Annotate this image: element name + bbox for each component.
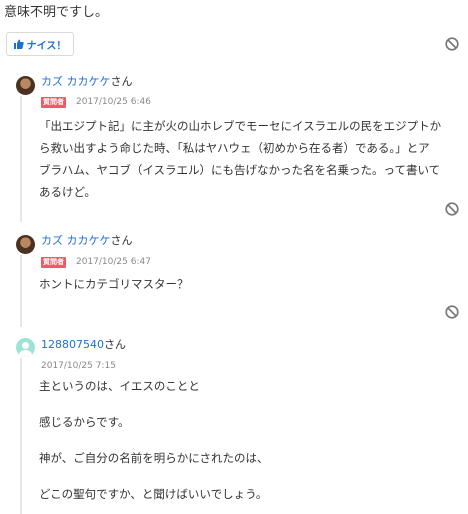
nice-button-label: ナイス！ [26,40,67,52]
answer-text-tail: 意味不明ですし。 [4,5,109,20]
comment-line: 主というのは、イエスのことと [39,379,200,393]
report-icon[interactable] [445,202,459,216]
author-name[interactable]: 128807540 [41,338,104,351]
comment-timestamp: 2017/10/25 6:47 [76,257,151,267]
comment-author[interactable]: 128807540さん [41,338,126,352]
questioner-badge: 質問者 [41,97,66,108]
comment-timestamp: 2017/10/25 7:15 [41,361,116,371]
reply-thread-line [20,255,22,327]
reply-thread-line [20,358,22,514]
comment-line: どこの聖句ですか、と聞けばいいでしょう。 [39,487,268,501]
report-icon[interactable] [445,37,459,51]
nice-button[interactable]: ナイス！ [6,32,74,56]
author-suffix: さん [110,75,133,88]
comment-body: ホントにカテゴリマスター？ [39,273,464,295]
reply-thread-line [20,96,22,222]
comment-line: あるけど。 [39,185,96,199]
comment-author[interactable]: カズ カカケケさん [41,234,133,248]
comment-body: 主というのは、イエスのことと 感じるからです。 神が、ご自分の名前を明らかにされ… [39,375,464,505]
questioner-badge: 質問者 [41,257,66,268]
author-name[interactable]: カズ カカケケ [41,234,111,247]
comment-line: 「出エジプト記」に主が火の山ホレブでモーセにイスラエルの民をエジプトか [39,119,442,133]
comment-line: 感じるからです。 [39,415,130,429]
default-user-avatar[interactable] [16,338,35,357]
report-icon[interactable] [445,305,459,319]
author-suffix: さん [104,338,126,351]
avatar[interactable] [16,235,35,254]
comment-author[interactable]: カズ カカケケさん [41,75,133,89]
comment-body: 「出エジプト記」に主が火の山ホレブでモーセにイスラエルの民をエジプトか ら救い出… [39,115,464,203]
avatar[interactable] [16,76,35,95]
comment-line: ホントにカテゴリマスター？ [39,277,189,291]
author-suffix: さん [110,234,133,247]
comment-line: ブラハム、ヤコブ（イスラエル）にも告げなかった名を名乗った。って書いて [39,163,441,177]
comment-timestamp: 2017/10/25 6:46 [76,97,151,107]
comment-line: ら救い出すよう命じた時、「私はヤハウェ（初めから在る者）である。」とア [39,141,430,155]
comment-line: 神が、ご自分の名前を明らかにされたのは、 [39,451,269,465]
author-name[interactable]: カズ カカケケ [41,75,111,88]
thumbs-up-icon [13,39,24,49]
